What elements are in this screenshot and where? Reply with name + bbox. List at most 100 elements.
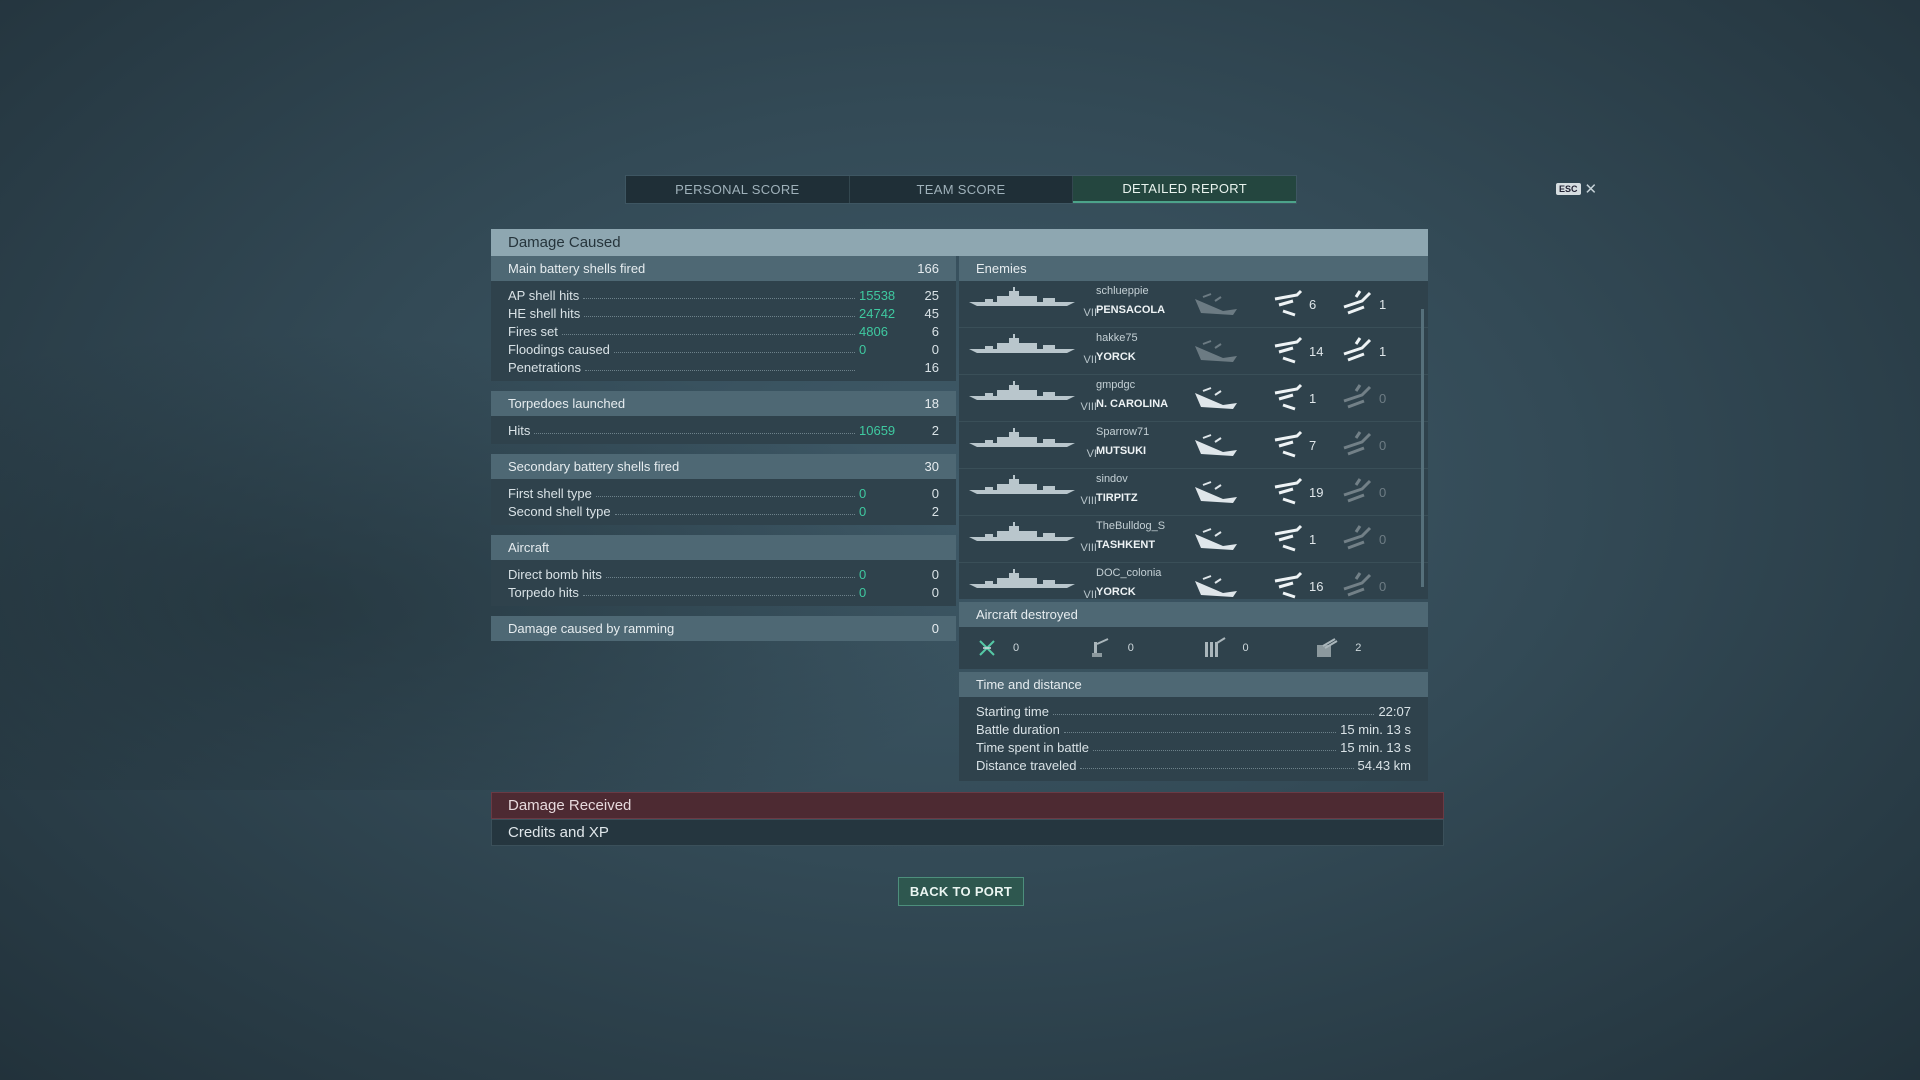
aircraft-stat-value: 0 — [1127, 642, 1134, 654]
critical-hit-icon — [1343, 431, 1372, 456]
enemy-player-name: gmpdgc — [1096, 379, 1136, 391]
stat-row: Direct bomb hits 0 0 — [508, 564, 939, 582]
enemy-crit-count: 0 — [1379, 532, 1387, 547]
ship-silhouette-icon — [969, 287, 1075, 306]
torpedoes-header: Torpedoes launched 18 — [491, 391, 956, 416]
enemy-hits-count: 14 — [1309, 344, 1324, 359]
time-row: Distance traveled 54.43 km — [976, 755, 1411, 773]
dotted-leader — [583, 298, 855, 299]
enemies-scrollbar[interactable] — [1421, 309, 1424, 587]
torpedoes-value: 18 — [924, 396, 939, 411]
ship-silhouette-icon — [969, 381, 1075, 400]
report-tabs: PERSONAL SCORE TEAM SCORE DETAILED REPOR… — [625, 175, 1297, 204]
stat-damage: 0 — [859, 342, 867, 357]
time-row: Battle duration 15 min. 13 s — [976, 719, 1411, 737]
damage-received-section[interactable]: Damage Received — [491, 792, 1444, 819]
ship-hit-icon — [1274, 477, 1303, 505]
stat-label: Direct bomb hits — [508, 567, 602, 582]
aircraft-header: Aircraft — [491, 535, 956, 560]
enemy-row: VII schlueppie PENSACOLA 6 1 — [959, 281, 1428, 328]
enemy-ship-name: MUTSUKI — [1096, 445, 1147, 457]
dotted-leader — [582, 595, 855, 596]
stat-damage: 0 — [859, 585, 867, 600]
enemy-player-name: sindov — [1096, 473, 1128, 485]
dotted-leader — [605, 577, 855, 578]
credits-xp-label: Credits and XP — [508, 824, 609, 841]
enemy-ship-name: TASHKENT — [1096, 539, 1156, 551]
enemy-tier: VIII — [1080, 542, 1097, 554]
dotted-leader — [561, 334, 855, 335]
critical-hit-icon — [1343, 572, 1372, 597]
back-to-port-button[interactable]: BACK TO PORT — [898, 877, 1024, 906]
ship-silhouette-icon — [969, 522, 1075, 541]
stat-row: Second shell type 0 2 — [508, 501, 939, 519]
aircraft-destroyed-header: Aircraft destroyed — [959, 602, 1428, 627]
secondary-rows: First shell type 0 0 Second shell type 0 2 — [491, 479, 956, 525]
esc-close-button[interactable]: ESC ✕ — [1556, 180, 1597, 198]
enemy-player-name: DOC_colonia — [1096, 567, 1162, 579]
tab-detailed-report[interactable]: DETAILED REPORT — [1073, 176, 1297, 203]
enemy-crit-count: 0 — [1379, 438, 1387, 453]
main-battery-rows: AP shell hits 15538 25 HE shell hits 24742 4… — [491, 281, 956, 381]
aa-multi-gun-icon — [1204, 637, 1226, 657]
critical-hit-icon — [1343, 384, 1372, 409]
enemy-tier: VIII — [1080, 495, 1097, 507]
enemy-player-name: Sparrow71 — [1096, 426, 1150, 438]
enemy-hits-count: 1 — [1309, 391, 1317, 406]
stat-count: 0 — [931, 342, 939, 357]
aircraft-stat: 0 — [977, 638, 1090, 658]
stat-count: 45 — [924, 306, 939, 321]
stat-row: Penetrations 16 — [508, 357, 939, 375]
enemy-hits-count: 19 — [1309, 485, 1324, 500]
ship-hit-icon — [1274, 336, 1303, 364]
panel-title: Damage Caused — [491, 229, 1428, 256]
enemy-crit-count: 0 — [1379, 391, 1387, 406]
stat-row: AP shell hits 15538 25 — [508, 285, 939, 303]
close-icon: ✕ — [1584, 181, 1598, 198]
enemy-row: VIII gmpdgc N. CAROLINA 1 0 — [959, 375, 1428, 422]
aa-battery-icon — [1317, 638, 1338, 657]
ship-silhouette-icon — [969, 334, 1075, 353]
credits-xp-section[interactable]: Credits and XP — [491, 819, 1444, 846]
tab-team-score[interactable]: TEAM SCORE — [850, 176, 1074, 203]
aircraft-stat: 2 — [1315, 637, 1428, 659]
ship-hit-icon — [1274, 289, 1303, 317]
ship-sunk-icon — [1195, 528, 1237, 550]
main-battery-header: Main battery shells fired 166 — [491, 256, 956, 281]
dotted-leader — [614, 514, 855, 515]
dotted-leader — [1080, 768, 1354, 769]
stat-count: 0 — [931, 567, 939, 582]
aircraft-stat: 0 — [1090, 638, 1203, 658]
ship-silhouette-icon — [969, 569, 1075, 588]
enemies-list[interactable]: VII schlueppie PENSACOLA 6 1 VII hakke75 YORCK 1… — [959, 281, 1428, 599]
enemies-header: Enemies — [959, 256, 1428, 281]
main-battery-value: 166 — [917, 261, 939, 276]
dotted-leader — [534, 433, 855, 434]
stat-label: AP shell hits — [508, 288, 580, 303]
torpedoes-label: Torpedoes launched — [508, 396, 626, 411]
torpedoes-rows: Hits 10659 2 — [491, 416, 956, 444]
ship-sunk-icon — [1195, 575, 1237, 597]
enemy-hits-count: 6 — [1309, 297, 1317, 312]
enemy-row: VIII TheBulldog_S TASHKENT 1 0 — [959, 516, 1428, 563]
ship-hit-icon — [1274, 571, 1303, 599]
aa-single-gun-icon — [1091, 638, 1109, 657]
ramming-header: Damage caused by ramming 0 — [491, 616, 956, 641]
time-value: 22:07 — [1378, 704, 1411, 719]
enemy-ship-name: PENSACOLA — [1096, 304, 1166, 316]
enemy-crit-count: 1 — [1379, 344, 1387, 359]
stat-row: Fires set 4806 6 — [508, 321, 939, 339]
stat-label: Floodings caused — [508, 342, 610, 357]
aircraft-label: Aircraft — [508, 540, 550, 555]
time-distance-rows: Starting time 22:07 Battle duration 15 min… — [959, 697, 1428, 781]
time-label: Starting time — [976, 704, 1049, 719]
tab-personal-score[interactable]: PERSONAL SCORE — [626, 176, 850, 203]
stat-label: Hits — [508, 423, 531, 438]
critical-hit-icon — [1343, 290, 1372, 315]
stat-label: Torpedo hits — [508, 585, 579, 600]
time-value: 54.43 km — [1357, 758, 1411, 773]
stat-damage: 0 — [859, 567, 867, 582]
stat-damage: 4806 — [859, 324, 888, 339]
enemy-tier: VIII — [1080, 401, 1097, 413]
